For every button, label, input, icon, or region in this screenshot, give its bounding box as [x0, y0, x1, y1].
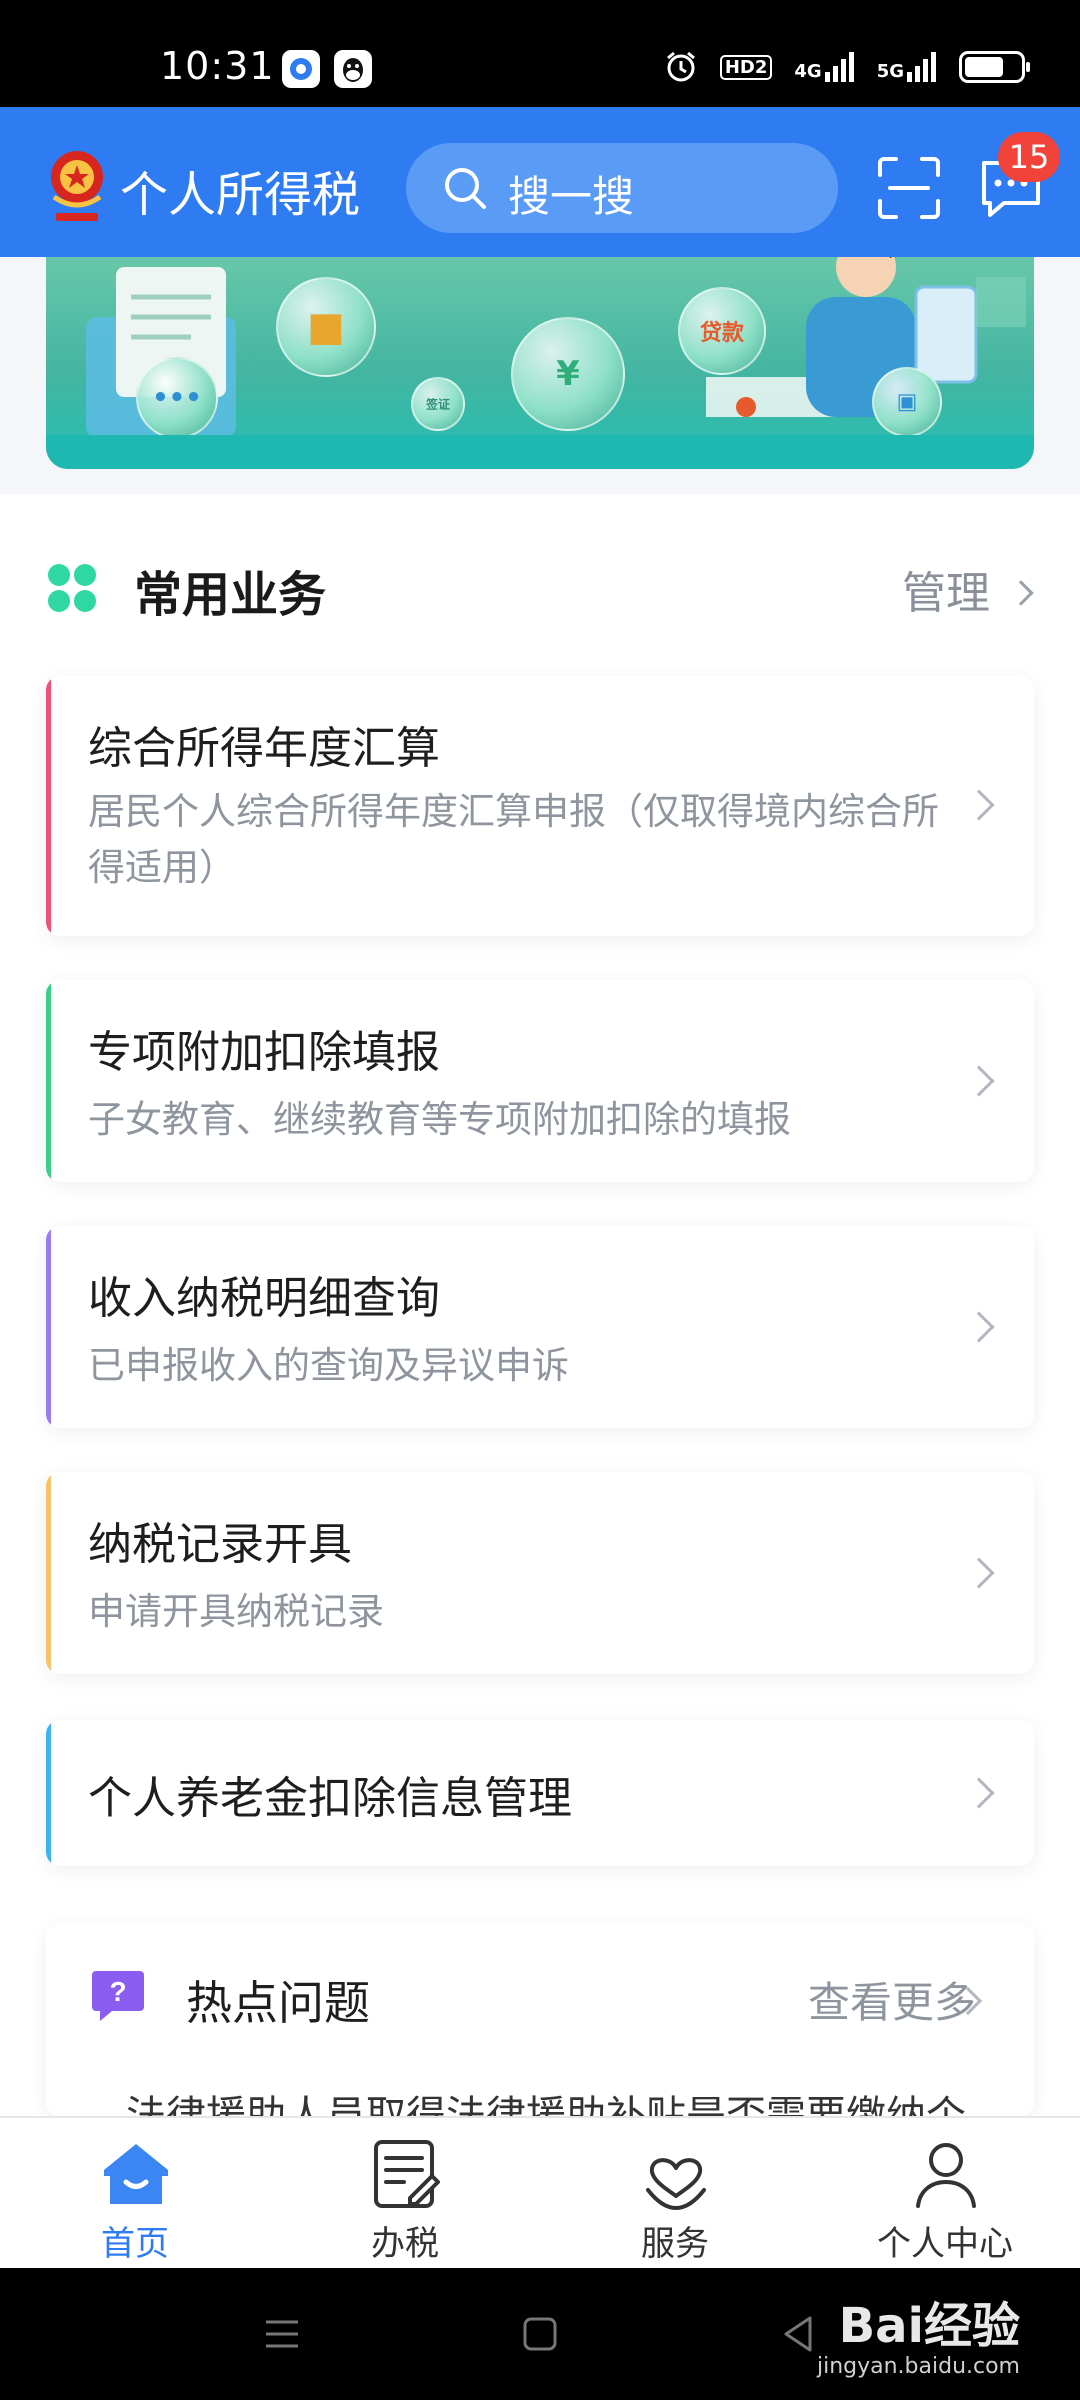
card-description: 已申报收入的查询及异议申诉	[88, 1344, 569, 1387]
search-bar[interactable]: 搜一搜	[406, 143, 838, 233]
bubble-visa: 签证	[411, 377, 465, 431]
watermark-brand: Bai经验	[838, 2298, 1020, 2354]
card-accent	[46, 676, 51, 936]
clover-icon	[48, 564, 96, 612]
card-description: 子女教育、继续教育等专项附加扣除的填报	[88, 1098, 791, 1141]
bubble-house: ¥	[511, 317, 625, 431]
menu-icon[interactable]	[262, 2314, 302, 2354]
message-badge: 15	[998, 132, 1060, 182]
bubble-chat: •••	[136, 357, 218, 439]
document-edit-icon	[374, 2140, 440, 2208]
view-more-link[interactable]: 查看更多	[808, 1969, 976, 2030]
manage-label: 管理	[902, 568, 990, 619]
tab-home[interactable]: 首页	[0, 2118, 270, 2270]
tab-profile[interactable]: 个人中心	[810, 2118, 1080, 2270]
svg-text:?: ?	[109, 1976, 126, 2007]
signal-5g: 5G	[877, 52, 937, 82]
tab-services[interactable]: 服务	[540, 2118, 810, 2270]
card-accent	[46, 980, 51, 1182]
qq-icon	[334, 50, 372, 88]
service-card-tax-record[interactable]: 纳税记录开具 申请开具纳税记录	[46, 1472, 1034, 1674]
card-title: 专项附加扣除填报	[88, 1027, 440, 1078]
tab-tax[interactable]: 办税	[270, 2118, 540, 2270]
chevron-right-icon	[963, 789, 995, 821]
hot-questions-title: 热点问题	[186, 1976, 370, 2030]
search-icon	[445, 168, 486, 209]
notification-app-icon	[282, 50, 320, 88]
app-title: 个人所得税	[120, 167, 361, 223]
bubble-id-card: ▣	[872, 367, 942, 437]
common-services-header: 常用业务 管理	[46, 555, 1034, 625]
status-indicators: HD2 4G 5G	[664, 50, 1030, 84]
card-title: 纳税记录开具	[88, 1519, 352, 1570]
card-title: 综合所得年度汇算	[88, 723, 440, 774]
bubble-car: ■	[276, 277, 376, 377]
card-accent	[46, 1472, 51, 1674]
banner-floor	[46, 435, 1034, 469]
tax-emblem-icon	[51, 151, 103, 221]
hd-label: HD2	[719, 54, 773, 80]
promo-banner[interactable]: ••• ■ 签证 ¥ 贷款 ▣	[46, 257, 1034, 469]
home-button-icon[interactable]	[520, 2314, 560, 2354]
search-placeholder: 搜一搜	[508, 172, 635, 221]
watermark-url: jingyan.baidu.com	[816, 2354, 1020, 2379]
home-icon	[104, 2144, 168, 2204]
service-card-annual-settlement[interactable]: 综合所得年度汇算 居民个人综合所得年度汇算申报（仅取得境内综合所得适用）	[46, 676, 1034, 936]
app-header: 个人所得税 搜一搜 15	[0, 107, 1080, 257]
card-accent	[46, 1226, 51, 1428]
card-title: 收入纳税明细查询	[88, 1273, 440, 1324]
back-icon[interactable]	[778, 2314, 818, 2354]
manage-button[interactable]: 管理	[902, 557, 1034, 621]
status-time: 10:31	[160, 44, 275, 88]
heart-hand-icon	[646, 2158, 706, 2210]
service-card-pension-deduction[interactable]: 个人养老金扣除信息管理	[46, 1720, 1034, 1866]
card-accent	[46, 1720, 51, 1866]
card-description: 居民个人综合所得年度汇算申报（仅取得境内综合所得适用）	[88, 790, 939, 889]
scan-icon[interactable]	[876, 155, 942, 221]
service-card-special-deduction[interactable]: 专项附加扣除填报 子女教育、继续教育等专项附加扣除的填报	[46, 980, 1034, 1182]
card-title: 个人养老金扣除信息管理	[88, 1773, 572, 1824]
section-title: 常用业务	[134, 567, 327, 623]
system-nav-bar: Bai经验 jingyan.baidu.com	[0, 2268, 1080, 2400]
card-description: 申请开具纳税记录	[88, 1590, 384, 1633]
tab-label: 首页	[101, 2224, 169, 2264]
chevron-right-icon	[963, 1557, 995, 1589]
hot-question-item[interactable]: 法律援助人员取得法律援助补贴是否需要缴纳个	[126, 2083, 966, 2116]
chevron-right-icon	[1008, 580, 1034, 606]
bottom-tab-bar: 首页 办税 服务 个人中心	[0, 2116, 1080, 2268]
question-icon: ?	[92, 1971, 144, 2021]
chevron-right-icon	[963, 1311, 995, 1343]
chevron-right-icon	[963, 1065, 995, 1097]
tab-label: 个人中心	[877, 2224, 1013, 2264]
bubble-loan: 贷款	[678, 287, 766, 375]
chevron-right-icon	[963, 1777, 995, 1809]
service-card-income-query[interactable]: 收入纳税明细查询 已申报收入的查询及异议申诉	[46, 1226, 1034, 1428]
battery-icon	[959, 51, 1030, 83]
section-divider	[0, 470, 1080, 494]
tab-label: 办税	[371, 2224, 439, 2264]
alarm-icon	[666, 51, 695, 82]
hot-questions-card: ? 热点问题 查看更多 法律援助人员取得法律援助补贴是否需要缴纳个	[46, 1923, 1034, 2116]
tab-label: 服务	[641, 2224, 709, 2264]
user-icon	[916, 2143, 976, 2208]
battery-level	[965, 57, 1003, 77]
status-bar: 10:31 HD2 4G 5G	[0, 0, 1080, 107]
signal-4g: 4G	[794, 52, 854, 82]
